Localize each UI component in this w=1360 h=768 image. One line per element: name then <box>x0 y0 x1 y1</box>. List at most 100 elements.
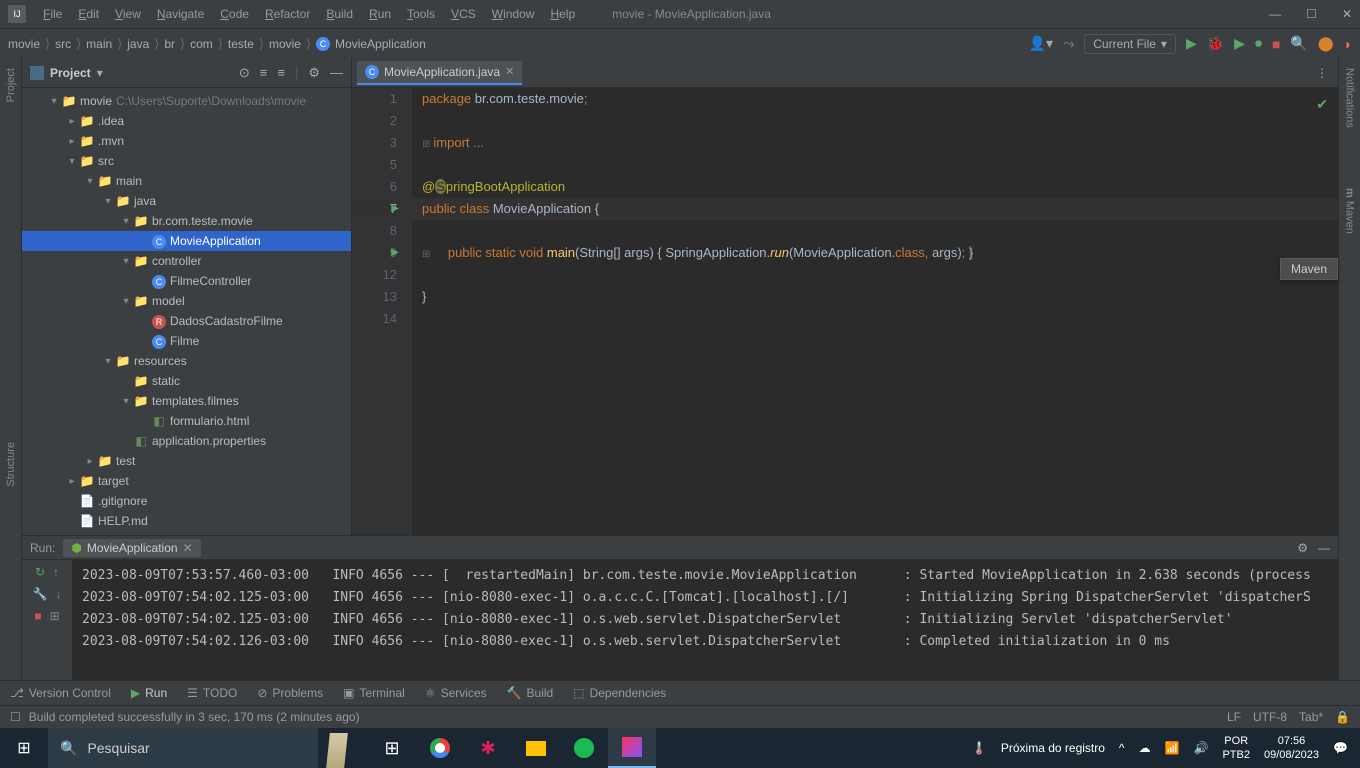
spotify-icon[interactable] <box>560 728 608 768</box>
run-console[interactable]: 2023-08-09T07:53:57.460-03:00 INFO 4656 … <box>72 560 1338 680</box>
profile-icon[interactable]: ⏺ <box>1255 35 1262 52</box>
tool-version-control[interactable]: ⎇Version Control <box>10 686 111 700</box>
tool-terminal[interactable]: ▣Terminal <box>343 686 405 700</box>
run-settings-icon[interactable]: ⚙ <box>1297 541 1308 555</box>
editor-gutter[interactable]: 123567▶89▶121314 <box>352 88 412 535</box>
menu-tools[interactable]: Tools <box>400 4 442 24</box>
taskbar-search[interactable]: 🔍 Pesquisar <box>48 728 318 768</box>
line-number[interactable]: 3 <box>352 132 397 154</box>
tree-item-resources[interactable]: ▾📁resources <box>22 351 351 371</box>
tree-chevron-icon[interactable]: ▾ <box>119 256 133 267</box>
line-separator[interactable]: LF <box>1227 710 1241 724</box>
weather-icon[interactable]: 🌡️ <box>972 741 987 755</box>
menu-view[interactable]: View <box>108 4 148 24</box>
tree-item-controller[interactable]: ▾📁controller <box>22 251 351 271</box>
debug-icon[interactable]: 🐞 <box>1207 35 1224 52</box>
weather-text[interactable]: Próxima do registro <box>1001 741 1105 755</box>
breadcrumb-item[interactable]: MovieApplication <box>335 37 426 51</box>
tree-chevron-icon[interactable]: ▾ <box>65 156 79 167</box>
maximize-icon[interactable]: ☐ <box>1306 7 1317 21</box>
stop-icon[interactable]: ■ <box>1272 36 1280 52</box>
code-line[interactable]: } <box>412 286 1338 308</box>
menu-help[interactable]: Help <box>543 4 582 24</box>
user-icon[interactable]: 👤▾ <box>1029 35 1053 52</box>
tree-chevron-icon[interactable]: ▸ <box>83 456 97 467</box>
ide-updates-icon[interactable]: ⬤ <box>1318 35 1334 52</box>
tree-item-target[interactable]: ▸📁target <box>22 471 351 491</box>
line-number[interactable]: 12 <box>352 264 397 286</box>
close-tab-icon[interactable]: ✕ <box>505 65 514 78</box>
tree-item-model[interactable]: ▾📁model <box>22 291 351 311</box>
clock[interactable]: 07:5609/08/2023 <box>1264 734 1319 762</box>
wrench-icon[interactable]: 🔧 <box>33 587 48 601</box>
code-editor[interactable]: 123567▶89▶121314 package br.com.teste.mo… <box>352 88 1338 535</box>
breadcrumb-item[interactable]: main <box>86 37 112 51</box>
rail-notifications[interactable]: Notifications <box>1344 68 1356 128</box>
tool-build[interactable]: 🔨Build <box>507 686 554 700</box>
tool-problems[interactable]: ⊘Problems <box>257 686 323 700</box>
line-number[interactable]: 5 <box>352 154 397 176</box>
tree-item-formulario-html[interactable]: ◧formulario.html <box>22 411 351 431</box>
tree-chevron-icon[interactable]: ▸ <box>65 116 79 127</box>
breadcrumb-item[interactable]: teste <box>228 37 254 51</box>
code-line[interactable] <box>412 264 1338 286</box>
start-button[interactable]: ⊞ <box>0 738 48 758</box>
toolbox-icon[interactable]: ◗ <box>1344 36 1352 52</box>
tree-item-static[interactable]: 📁static <box>22 371 351 391</box>
tree-item-movie[interactable]: ▾📁movieC:\Users\Suporte\Downloads\movie <box>22 91 351 111</box>
tree-item--mvn[interactable]: ▸📁.mvn <box>22 131 351 151</box>
line-number[interactable]: 6 <box>352 176 397 198</box>
tree-item--gitignore[interactable]: 📄.gitignore <box>22 491 351 511</box>
tree-item-dadoscadastrofilme[interactable]: RDadosCadastroFilme <box>22 311 351 331</box>
tree-chevron-icon[interactable]: ▾ <box>83 176 97 187</box>
menu-run[interactable]: Run <box>362 4 398 24</box>
code-line[interactable]: ⊞ public static void main(String[] args)… <box>412 242 1338 264</box>
tree-item-java[interactable]: ▾📁java <box>22 191 351 211</box>
tree-item--idea[interactable]: ▸📁.idea <box>22 111 351 131</box>
rail-structure[interactable]: Structure <box>5 442 17 487</box>
chrome-icon[interactable] <box>416 728 464 768</box>
tree-item-filmecontroller[interactable]: CFilmeController <box>22 271 351 291</box>
line-number[interactable]: 13 <box>352 286 397 308</box>
gutter-run-icon[interactable]: ▶ <box>391 242 399 264</box>
code-line[interactable] <box>412 154 1338 176</box>
tree-item-application-properties[interactable]: ◧application.properties <box>22 431 351 451</box>
tree-item-br-com-teste-movie[interactable]: ▾📁br.com.teste.movie <box>22 211 351 231</box>
menu-edit[interactable]: Edit <box>71 4 106 24</box>
chevron-down-icon[interactable]: ▾ <box>97 66 103 80</box>
stop-run-icon[interactable]: ■ <box>34 609 41 623</box>
menu-navigate[interactable]: Navigate <box>150 4 211 24</box>
lock-icon[interactable]: 🔒 <box>1335 710 1350 724</box>
tree-item-test[interactable]: ▸📁test <box>22 451 351 471</box>
rerun-icon[interactable]: ↻ <box>35 565 45 579</box>
code-line[interactable]: package br.com.teste.movie; <box>412 88 1338 110</box>
cloud-icon[interactable]: ☁ <box>1139 741 1151 755</box>
tree-item-src[interactable]: ▾📁src <box>22 151 351 171</box>
tool-dependencies[interactable]: ⬚Dependencies <box>573 686 666 700</box>
breadcrumb-item[interactable]: br <box>164 37 175 51</box>
hide-run-icon[interactable]: — <box>1318 541 1330 555</box>
breadcrumb-item[interactable]: src <box>55 37 71 51</box>
tree-chevron-icon[interactable]: ▾ <box>119 396 133 407</box>
build-icon[interactable]: ⤳ <box>1063 35 1074 52</box>
tree-chevron-icon[interactable]: ▾ <box>119 296 133 307</box>
breadcrumb-item[interactable]: movie <box>269 37 301 51</box>
run-config-selector[interactable]: Current File ▾ <box>1084 34 1176 54</box>
menu-vcs[interactable]: VCS <box>444 4 483 24</box>
coverage-icon[interactable]: ▶ <box>1234 35 1245 52</box>
menu-refactor[interactable]: Refactor <box>258 4 317 24</box>
editor-tabs-more-icon[interactable]: ⋮ <box>1306 66 1338 80</box>
line-number[interactable]: 1 <box>352 88 397 110</box>
language-indicator[interactable]: PORPTB2 <box>1222 734 1250 762</box>
menu-window[interactable]: Window <box>485 4 542 24</box>
tree-item-filme[interactable]: CFilme <box>22 331 351 351</box>
task-view-icon[interactable]: ⊞ <box>368 728 416 768</box>
tree-item-templates-filmes[interactable]: ▾📁templates.filmes <box>22 391 351 411</box>
line-number[interactable]: 8 <box>352 220 397 242</box>
tray-chevron-icon[interactable]: ^ <box>1119 741 1125 755</box>
status-icon[interactable]: ☐ <box>10 710 21 724</box>
breadcrumb-item[interactable]: java <box>127 37 149 51</box>
line-number[interactable]: 7▶ <box>352 198 397 220</box>
tree-chevron-icon[interactable]: ▾ <box>101 196 115 207</box>
settings-icon[interactable]: ⚙ <box>308 65 320 81</box>
